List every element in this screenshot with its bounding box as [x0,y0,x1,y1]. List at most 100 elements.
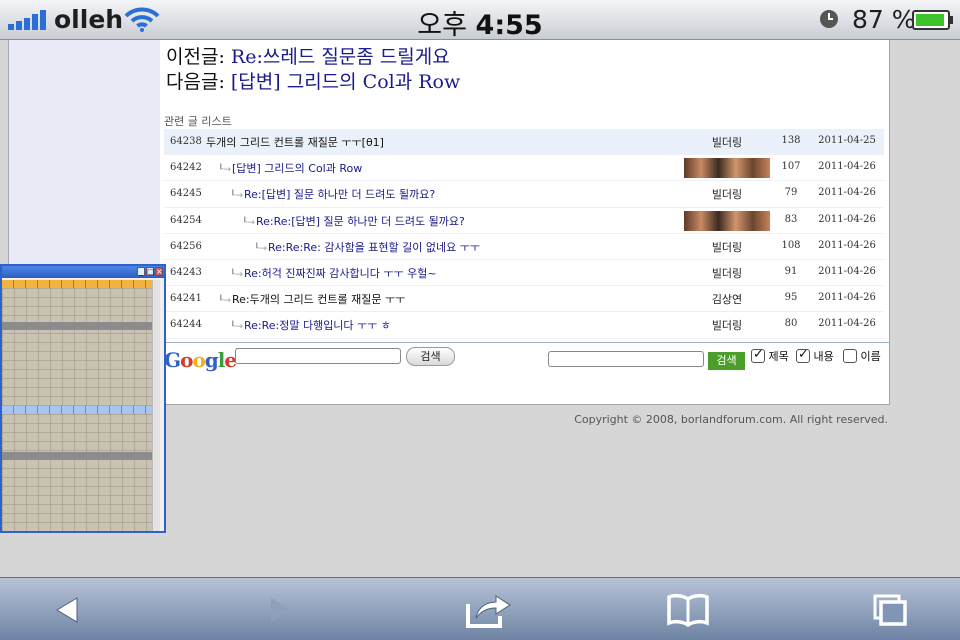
post-title-text: [답변] 그리드의 Col과 Row [231,162,363,176]
post-title[interactable]: ┖→Re:Re:Re: 감사함을 표현할 길이 없네요 ㅜㅜ [254,239,480,255]
clock-ampm: 오후 [417,10,467,41]
close-icon: × [155,267,163,276]
post-author[interactable]: 빌더링 [682,134,772,150]
content-option-label: 내용 [813,350,834,363]
name-checkbox[interactable] [843,349,857,363]
thread-list: 64238 두개의 그리드 컨트롤 재질문 ㅜㅜ[θ1] 빌더링 138 2011-04… [164,129,884,339]
post-title-text: Re:[답변] 질문 하나만 더 드려도 될까요? [243,188,436,202]
post-number: 64243 [170,266,202,278]
google-search-input[interactable] [235,348,401,364]
bookmarks-icon [667,593,709,627]
prev-post: 이전글: Re:쓰레드 질문좀 드릴게요 [166,42,450,69]
post-title-text: Re:Re:Re: 감사함을 표현할 길이 없네요 ㅜㅜ [267,240,480,254]
thread-row[interactable]: 64238 두개의 그리드 컨트롤 재질문 ㅜㅜ[θ1] 빌더링 138 2011-04… [164,129,884,156]
post-title-text: Re:두개의 그리드 컨트롤 재질문 ㅜㅜ [231,293,406,307]
post-author[interactable]: 빌더링 [682,186,772,202]
prev-post-label: 이전글: [166,46,225,68]
post-date: 2011-04-26 [818,239,876,251]
post-hits: 80 [784,318,798,330]
post-author[interactable]: 빌더링 [682,265,772,281]
thread-row[interactable]: 64243 ┖→Re:허걱 진짜진짜 감사합니다 ㅜㅜ 우헐~ 빌더링 91 2011-… [164,260,884,287]
forward-arrow-icon [271,598,291,622]
google-logo: GoogleTM [164,348,246,372]
post-title-text: 두개의 그리드 컨트롤 재질문 ㅜㅜ[θ1] [206,136,384,149]
post-author[interactable]: 빌더링 [682,317,772,333]
search-option-name[interactable]: 이름 [843,348,881,366]
post-date: 2011-04-26 [818,318,876,330]
post-title[interactable]: ┖→Re:Re:정말 다행입니다 ㅜㅜ ㅎ [230,317,391,333]
post-number: 64238 [170,136,202,147]
maximize-icon: □ [146,267,155,276]
grid-header-bottom [2,406,152,414]
grid-header-top [2,280,152,288]
site-search-button[interactable]: 검색 [708,352,745,370]
post-title-text: Re:Re:정말 다행입니다 ㅜㅜ ㅎ [243,319,391,333]
post-title[interactable]: ┖→[답변] 그리드의 Col과 Row [218,160,362,176]
back-button[interactable] [38,590,98,630]
thread-row[interactable]: 64241 ┖→Re:두개의 그리드 컨트롤 재질문 ㅜㅜ 김상연 95 2011-04… [164,286,884,313]
post-title[interactable]: 두개의 그리드 컨트롤 재질문 ㅜㅜ[θ1] [206,134,384,150]
prev-post-link[interactable]: Re:쓰레드 질문좀 드릴게요 [231,46,450,68]
reply-arrow-icon: ┖→ [254,243,267,254]
thread-row[interactable]: 64242 ┖→[답변] 그리드의 Col과 Row 107 2011-04-26 [164,155,884,182]
post-title[interactable]: ┖→Re:Re:[답변] 질문 하나만 더 드려도 될까요? [242,213,465,229]
back-arrow-icon [56,597,78,623]
thread-row[interactable]: 64254 ┖→Re:Re:[답변] 질문 하나만 더 드려도 될까요? 83 201… [164,208,884,234]
web-page[interactable]: 이전글: Re:쓰레드 질문좀 드릴게요 다음글: [답변] 그리드의 Col과… [0,40,960,577]
thread-row[interactable]: 64245 ┖→Re:[답변] 질문 하나만 더 드려도 될까요? 빌더링 79 201… [164,181,884,208]
main-content: 이전글: Re:쓰레드 질문좀 드릴게요 다음글: [답변] 그리드의 Col과… [160,40,890,405]
title-checkbox[interactable] [751,347,765,363]
pages-button[interactable] [860,590,920,630]
google-logo-text: Google [164,348,237,372]
name-option-label: 이름 [860,350,881,363]
grid-row-band [2,322,152,330]
post-date: 2011-04-26 [818,187,876,199]
reply-arrow-icon: ┖→ [218,296,231,307]
post-author[interactable]: 김상연 [682,291,772,307]
thread-row[interactable]: 64256 ┖→Re:Re:Re: 감사함을 표현할 길이 없네요 ㅜㅜ 빌더링 10… [164,234,884,260]
related-list-title: 관련 글 리스트 [164,115,232,128]
post-date: 2011-04-25 [818,135,876,146]
post-hits: 83 [784,213,798,225]
reply-arrow-icon: ┖→ [242,217,255,228]
post-number: 64242 [170,162,202,174]
share-icon [466,595,511,628]
reply-arrow-icon: ┖→ [230,322,243,333]
post-number: 64256 [170,240,202,252]
battery-icon [912,10,953,30]
post-author[interactable]: 빌더링 [682,239,772,255]
search-option-title[interactable]: 제목 [751,347,789,366]
search-option-content[interactable]: 내용 [796,347,834,366]
reply-arrow-icon: ┖→ [230,269,243,280]
post-number: 64244 [170,319,202,331]
post-title-text: Re:Re:[답변] 질문 하나만 더 드려도 될까요? [255,214,465,228]
next-post-link[interactable]: [답변] 그리드의 Col과 Row [231,71,460,93]
post-date: 2011-04-26 [818,213,876,225]
pages-icon [873,594,907,626]
reply-arrow-icon: ┖→ [230,191,243,202]
post-number: 64245 [170,188,202,200]
browser-toolbar [0,577,960,640]
google-search-button[interactable]: 검색 [406,347,455,366]
window-controls: _ □× [136,267,163,276]
post-title[interactable]: ┖→Re:허걱 진짜진짜 감사합니다 ㅜㅜ 우헐~ [230,265,437,281]
bookmarks-button[interactable] [658,590,718,630]
share-button[interactable] [458,590,518,630]
post-hits: 91 [784,265,798,277]
post-title[interactable]: ┖→Re:[답변] 질문 하나만 더 드려도 될까요? [230,186,435,202]
clock: 오후 4:55 [0,3,960,42]
thread-row[interactable]: 64244 ┖→Re:Re:정말 다행입니다 ㅜㅜ ㅎ 빌더링 80 2011-04-2… [164,312,884,339]
clock-time: 4:55 [475,10,543,41]
battery-percent: 87 % [852,5,916,34]
author-photo [684,210,770,231]
grid-row-band [2,452,152,460]
site-search-input[interactable] [548,351,704,367]
grid-screenshot-window: _ □× [0,264,166,533]
forward-button[interactable] [250,590,310,630]
status-bar: olleh 오후 4:55 87 % [0,0,960,42]
content-checkbox[interactable] [796,347,810,363]
author-photo [684,158,770,179]
copyright-text: Copyright © 2008, borlandforum.com. All … [574,413,888,426]
post-title[interactable]: ┖→Re:두개의 그리드 컨트롤 재질문 ㅜㅜ [218,291,405,307]
grid-area-top [2,288,152,406]
